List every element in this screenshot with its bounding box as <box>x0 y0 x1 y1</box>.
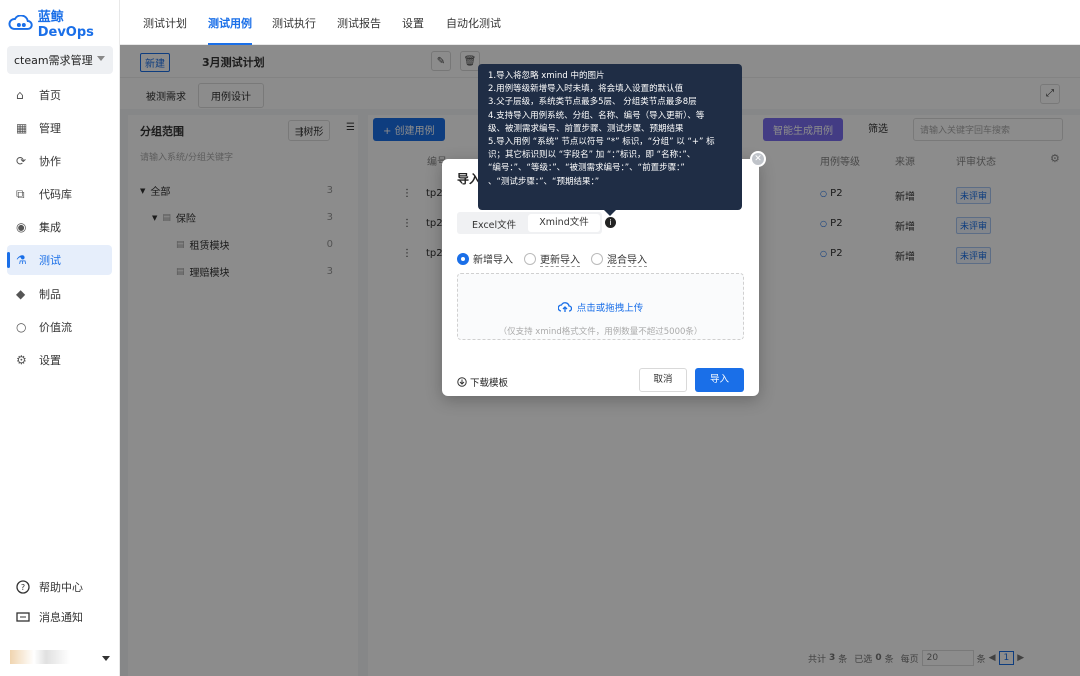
sidebar-item-settings[interactable]: ⚙ 设置 <box>7 345 112 375</box>
message-icon <box>16 612 30 622</box>
integration-icon: ◉ <box>16 220 27 234</box>
mode-new[interactable]: 新增导入 <box>457 251 513 266</box>
upload-cloud-icon <box>557 302 572 312</box>
upload-text: 点击或拖拽上传 <box>576 303 644 314</box>
tooltip-line: 级、被测需求编号、前置步骤、测试步骤、预期结果 <box>488 123 684 134</box>
artifact-icon: ◆ <box>16 287 26 301</box>
valuestream-icon: ○ <box>16 320 27 334</box>
help-icon: ? <box>16 580 30 594</box>
close-icon[interactable]: ✕ <box>750 151 766 167</box>
sidebar-item-label: 测试 <box>39 254 61 267</box>
download-icon <box>457 377 467 387</box>
download-template-link[interactable]: 下载模板 <box>457 375 508 389</box>
cloud-logo-icon <box>8 15 33 30</box>
tab-excel[interactable]: Excel文件 <box>472 217 516 231</box>
tab-3[interactable]: 测试报告 <box>337 15 381 31</box>
import-button[interactable]: 导入 <box>695 368 744 392</box>
radio-unchecked <box>524 253 536 265</box>
radio-unchecked <box>591 253 603 265</box>
mode-mixed[interactable]: 混合导入 <box>591 251 647 267</box>
app-name: 蓝鲸DevOps <box>37 10 94 40</box>
tab-5[interactable]: 自动化测试 <box>446 15 501 31</box>
sidebar-item-label: 首页 <box>39 89 61 102</box>
xmind-rules-tooltip: 1.导入将忽略 xmind 中的图片 2.用例等级新增导入时未填，将会填入设置的默… <box>478 64 742 216</box>
sidebar-item-label: 价值流 <box>39 321 72 334</box>
project-name: cteam需求管理 <box>14 54 93 67</box>
tab-0[interactable]: 测试计划 <box>143 15 187 31</box>
tooltip-line: 4.支持导入用例系统、分组、名称、编号（导入更新）、等 <box>488 110 705 121</box>
sidebar-item-artifact[interactable]: ◆ 制品 <box>7 279 112 309</box>
sidebar-item-manage[interactable]: ▦ 管理 <box>7 113 112 143</box>
tooltip-line: 、“测试步骤：”、“预期结果：” <box>488 176 600 187</box>
tooltip-line: 1.导入将忽略 xmind 中的图片 <box>488 71 605 81</box>
upload-dropzone[interactable]: 点击或拖拽上传 （仅支持 xmind格式文件，用例数量不超过5000条） <box>457 273 744 340</box>
tooltip-line: 3.父子层级，系统类节点最多5层、 分组类节点最多8层 <box>488 97 697 108</box>
notifications[interactable]: 消息通知 <box>7 602 112 632</box>
mode-new-label: 新增导入 <box>473 255 513 266</box>
project-selector[interactable]: cteam需求管理 <box>7 46 113 74</box>
tab-1[interactable]: 测试用例 <box>208 15 252 45</box>
info-icon[interactable]: i <box>605 217 616 228</box>
sidebar-item-home[interactable]: ⌂ 首页 <box>7 80 112 110</box>
top-navigation: 测试计划 测试用例 测试执行 测试报告 设置 自动化测试 <box>120 0 1080 45</box>
sidebar: 蓝鲸DevOps cteam需求管理 ⌂ 首页 ▦ 管理 ⟳ 协作 ⧉ 代码库 ◉ 集成 ⚗ 测试 ◆ 制… <box>0 0 120 676</box>
manage-icon: ▦ <box>16 121 28 135</box>
sidebar-item-label: 管理 <box>39 122 61 135</box>
code-icon: ⧉ <box>16 187 25 201</box>
cancel-button[interactable]: 取消 <box>639 368 687 392</box>
sidebar-item-code[interactable]: ⧉ 代码库 <box>7 179 112 209</box>
help-label: 帮助中心 <box>39 581 83 594</box>
sidebar-item-test[interactable]: ⚗ 测试 <box>7 245 112 275</box>
file-type-tabs: Excel文件 Xmind文件 <box>457 212 602 234</box>
chevron-down-icon <box>97 56 105 61</box>
sidebar-item-label: 设置 <box>39 354 61 367</box>
sidebar-item-integration[interactable]: ◉ 集成 <box>7 212 112 242</box>
sidebar-item-valuestream[interactable]: ○ 价值流 <box>7 312 112 342</box>
sidebar-item-label: 集成 <box>39 221 61 234</box>
home-icon: ⌂ <box>16 88 24 102</box>
user-avatar[interactable] <box>10 650 70 664</box>
test-icon: ⚗ <box>16 253 27 267</box>
collab-icon: ⟳ <box>16 154 27 168</box>
mode-update[interactable]: 更新导入 <box>524 251 580 267</box>
notify-label: 消息通知 <box>39 611 83 624</box>
tooltip-line: “编号：”、“等级：”、“被测需求编号：”、“前置步骤：” <box>488 163 685 174</box>
settings-icon: ⚙ <box>16 353 27 367</box>
tab-4[interactable]: 设置 <box>402 15 424 31</box>
help-center[interactable]: ? 帮助中心 <box>7 572 112 602</box>
radio-checked <box>457 252 469 265</box>
app-logo[interactable]: 蓝鲸DevOps <box>8 10 119 40</box>
mode-update-label: 更新导入 <box>540 251 580 267</box>
tab-2[interactable]: 测试执行 <box>272 15 316 31</box>
sidebar-item-label: 协作 <box>39 155 61 168</box>
tooltip-line: 5.导入用例 “系统” 节点以符号 “*” 标识，“分组” 以 “+” 标 <box>488 137 715 148</box>
upload-hint: （仅支持 xmind格式文件，用例数量不超过5000条） <box>498 327 703 337</box>
svg-text:?: ? <box>21 583 25 592</box>
tab-xmind[interactable]: Xmind文件 <box>528 214 600 232</box>
sidebar-item-collab[interactable]: ⟳ 协作 <box>7 146 112 176</box>
tooltip-line: 2.用例等级新增导入时未填，将会填入设置的默认值 <box>488 84 684 95</box>
tooltip-line: 识；其它标识则以 “字段名” 加 “：”标识，即 “名称：”、 <box>488 150 696 161</box>
download-label: 下载模板 <box>470 378 509 389</box>
sidebar-item-label: 代码库 <box>39 188 72 201</box>
mode-mixed-label: 混合导入 <box>607 251 647 267</box>
user-menu-caret-icon[interactable] <box>102 656 110 661</box>
sidebar-item-label: 制品 <box>39 288 61 301</box>
